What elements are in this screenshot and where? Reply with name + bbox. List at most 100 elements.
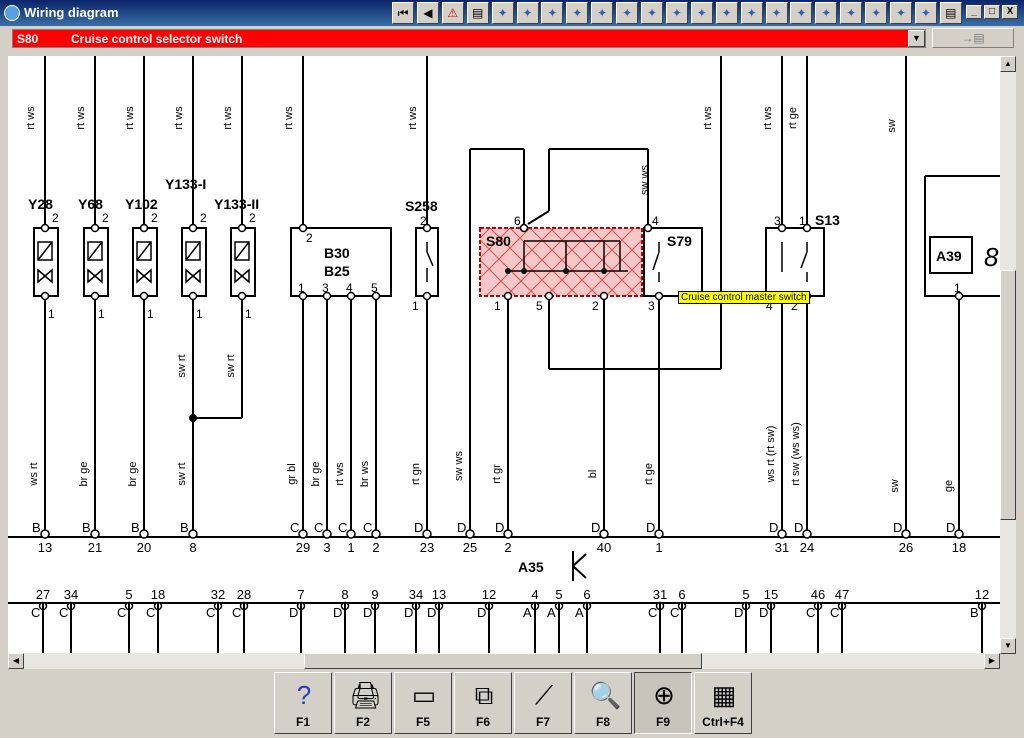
scroll-down-icon[interactable]: ▼ — [1000, 638, 1016, 654]
bus-letter: D — [477, 605, 486, 620]
fkey-f1[interactable]: ? F1 — [274, 672, 332, 734]
tool-icon[interactable]: ✦ — [616, 2, 639, 24]
component-selector[interactable]: S80 Cruise control selector switch ▼ — [12, 29, 926, 48]
label-b25[interactable]: B25 — [324, 263, 350, 279]
fkey-f8[interactable]: 🔍 F8 — [574, 672, 632, 734]
tool-icon[interactable]: ✦ — [665, 2, 688, 24]
horizontal-scrollbar[interactable]: ◀ ▶ — [8, 653, 1000, 669]
tool-icon[interactable]: ✦ — [641, 2, 663, 24]
label-s79[interactable]: S79 — [667, 233, 692, 249]
bus-number: 46 — [811, 587, 825, 602]
tool-icon[interactable]: ✦ — [815, 2, 838, 24]
label-y28[interactable]: Y28 — [28, 196, 53, 212]
document-icon[interactable]: ▤ — [466, 2, 489, 24]
wire-label: br ge — [78, 461, 90, 486]
tool-icon[interactable]: ✦ — [591, 2, 614, 24]
tool-icon[interactable]: ✦ — [715, 2, 738, 24]
pin-dot — [188, 223, 198, 233]
pin-dot — [901, 529, 911, 539]
bus-letter: C — [232, 605, 241, 620]
connector-number: 1 — [347, 540, 354, 555]
go-button[interactable]: →▤ — [932, 28, 1014, 48]
restore-button[interactable]: □ — [984, 5, 1000, 19]
bus-letter: D — [759, 605, 768, 620]
wire-label: rt ws — [75, 106, 87, 130]
horizontal-scroll-thumb[interactable] — [304, 653, 702, 669]
label-y133-i[interactable]: Y133-I — [165, 176, 206, 192]
tool-icon[interactable]: ✦ — [865, 2, 888, 24]
tool-icon[interactable]: ✦ — [740, 2, 763, 24]
prev-icon[interactable]: ◀ — [416, 2, 439, 24]
tool-icon[interactable]: ✦ — [566, 2, 589, 24]
label-a35[interactable]: A35 — [518, 559, 544, 575]
close-button[interactable]: X — [1002, 5, 1018, 19]
connector-letter: B — [82, 520, 91, 535]
label-y68[interactable]: Y68 — [78, 196, 103, 212]
fkey-f2[interactable]: 🖨 F2 — [334, 672, 392, 734]
tool-icon[interactable]: ✦ — [541, 2, 564, 24]
scroll-right-icon[interactable]: ▶ — [984, 653, 1000, 669]
bus-letter: D — [363, 605, 372, 620]
help-icon: ? — [296, 680, 312, 710]
tool-icon[interactable]: ✦ — [516, 2, 539, 24]
connector-number: 31 — [775, 540, 789, 555]
connector-number: 2 — [372, 540, 379, 555]
wire-label: br ge — [127, 461, 139, 486]
connector-number: 26 — [899, 540, 913, 555]
tool-icon[interactable]: ✦ — [840, 2, 863, 24]
tool-icon[interactable]: ✦ — [914, 2, 937, 24]
wire-label: rt ws — [173, 106, 185, 130]
label-y102[interactable]: Y102 — [125, 196, 158, 212]
pin-dot — [298, 529, 308, 539]
skip-first-icon[interactable]: ⏮ — [392, 2, 414, 24]
bus-letter: C — [117, 605, 126, 620]
fkey-f9[interactable]: ⊕ F9 — [634, 672, 692, 734]
fkey-f7[interactable]: ⟋ F7 — [514, 672, 572, 734]
fkey-f5[interactable]: ▭ F5 — [394, 672, 452, 734]
fkey-f6[interactable]: ⧉ F6 — [454, 672, 512, 734]
bus-letter: C — [146, 605, 155, 620]
warning-icon[interactable]: ⚠ — [441, 2, 464, 24]
wire-label: rt ge — [643, 463, 655, 485]
minimize-button[interactable]: _ — [966, 5, 982, 19]
label-a39[interactable]: A39 — [936, 248, 962, 264]
connector-letter: D — [414, 520, 423, 535]
fkey-ctrl-f4[interactable]: ▦ Ctrl+F4 — [694, 672, 752, 734]
wire-label: sw ws — [639, 165, 651, 195]
connector-number: 20 — [137, 540, 151, 555]
connector-letter: B — [131, 520, 140, 535]
tool-icon[interactable]: ✦ — [491, 2, 514, 24]
wire-label: rt ws — [702, 106, 714, 130]
bus-number: 7 — [297, 587, 304, 602]
connector-number: 2 — [504, 540, 511, 555]
fkey-label: F6 — [475, 715, 490, 729]
wire-label: sw rt — [176, 354, 188, 377]
label-s258[interactable]: S258 — [405, 198, 438, 214]
tool-icon[interactable]: ✦ — [890, 2, 912, 24]
wiring-diagram-canvas[interactable]: 8 Y28 Y68 Y102 Y133-I Y133-II B30 B25 S2… — [8, 56, 1000, 654]
label-y133-ii[interactable]: Y133-II — [214, 196, 259, 212]
bus-letter: C — [206, 605, 215, 620]
label-s80[interactable]: S80 — [486, 233, 511, 249]
pin-dot — [40, 223, 50, 233]
pin-dot — [643, 223, 653, 233]
bus-number: 5 — [125, 587, 132, 602]
tool-icon[interactable]: ✦ — [690, 2, 713, 24]
label-s13[interactable]: S13 — [815, 212, 840, 228]
pin-number: 2 — [249, 211, 256, 225]
chevron-down-icon[interactable]: ▼ — [908, 30, 925, 47]
tool-icon[interactable]: ✦ — [790, 2, 813, 24]
component-description: Cruise control selector switch — [71, 32, 243, 46]
bus-number: 15 — [764, 587, 778, 602]
tool-icon[interactable]: ✦ — [765, 2, 788, 24]
bus-number: 27 — [36, 587, 50, 602]
vertical-scrollbar[interactable]: ▲ ▼ — [1000, 56, 1016, 654]
pin-dot — [237, 223, 247, 233]
scroll-up-icon[interactable]: ▲ — [1000, 56, 1016, 72]
scroll-left-icon[interactable]: ◀ — [8, 653, 24, 669]
label-b30[interactable]: B30 — [324, 245, 350, 261]
fkey-label: F2 — [355, 715, 370, 729]
magnify-ground-icon: ⊕ — [653, 680, 675, 710]
document-icon[interactable]: ▤ — [939, 2, 962, 24]
vertical-scroll-thumb[interactable] — [1000, 270, 1016, 520]
